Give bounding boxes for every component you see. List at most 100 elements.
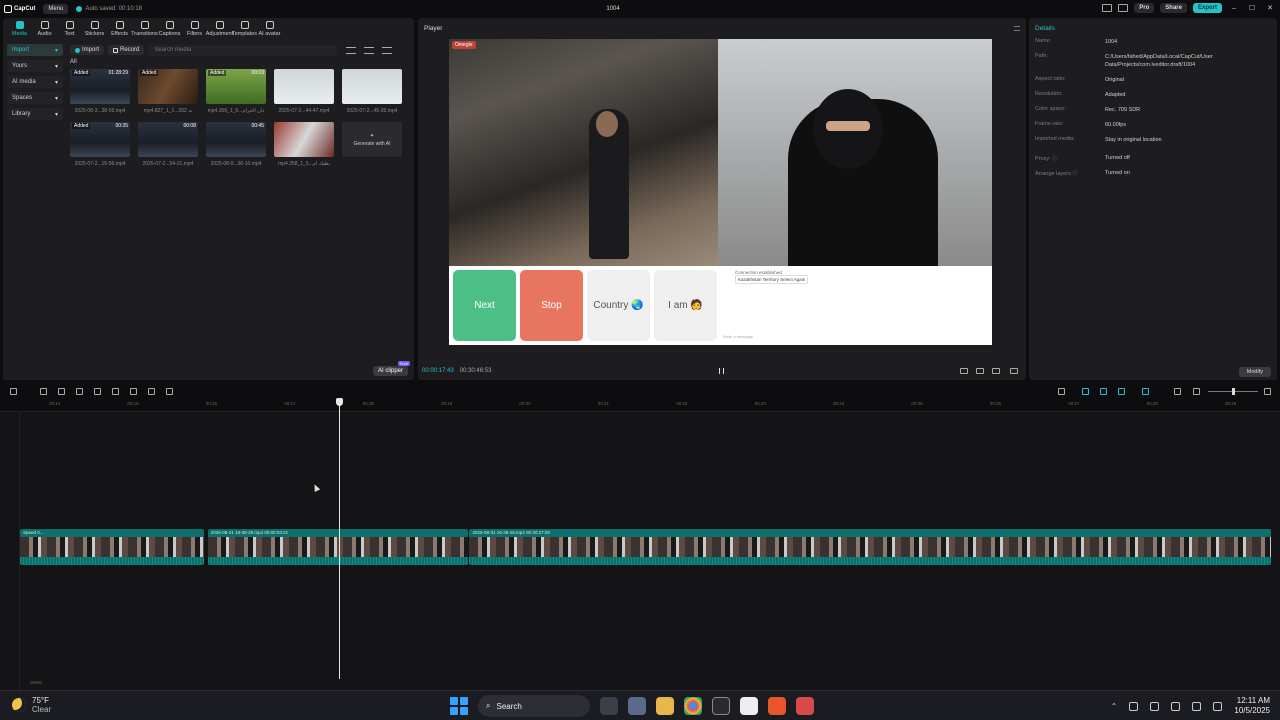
menu-button[interactable]: Menu <box>43 3 69 14</box>
crop-icon[interactable] <box>976 368 984 374</box>
ai-clipper-button[interactable]: AI clipper Free <box>372 361 410 376</box>
split-left-icon[interactable] <box>94 388 101 395</box>
zoom-slider-handle[interactable] <box>1232 388 1235 395</box>
undo-icon[interactable] <box>40 388 47 395</box>
media-item[interactable]: Added 01:28:29 2025-08-3...38-59.mp4 <box>70 69 130 114</box>
filter-all-label[interactable]: All <box>70 59 410 68</box>
fullscreen-icon[interactable] <box>1010 368 1018 374</box>
delete-icon[interactable] <box>130 388 137 395</box>
captions-icon[interactable] <box>1174 388 1181 395</box>
quality-icon[interactable] <box>992 368 1000 374</box>
split-icon[interactable] <box>76 388 83 395</box>
tool-tab[interactable]: Transitions <box>131 21 158 37</box>
capcut-taskbar-icon[interactable] <box>740 697 758 715</box>
preview-axis-icon[interactable] <box>1142 388 1149 395</box>
chevron-up-icon[interactable]: ⌃ <box>1111 702 1118 711</box>
media-item[interactable]: 2025-07-2...45-39.mp4 <box>342 69 402 114</box>
share-button[interactable]: Share <box>1160 3 1187 13</box>
magnet-icon[interactable] <box>1100 388 1107 395</box>
pause-icon[interactable] <box>719 368 724 374</box>
import-button[interactable]: Import <box>70 45 105 55</box>
details-title[interactable]: Details <box>1029 18 1277 38</box>
tool-tab[interactable]: Stickers <box>82 21 107 37</box>
microphone-icon[interactable] <box>1058 388 1065 395</box>
timeline-clip[interactable]: 2025-08-31 19-38-29.mp4 00:30:27:28 <box>469 529 1271 565</box>
sidebar-item[interactable]: Spaces ▾ <box>7 92 63 104</box>
player-menu-icon[interactable] <box>1014 25 1020 31</box>
tool-tab[interactable]: Audio <box>32 21 57 37</box>
tool-tab[interactable]: Captions <box>157 21 182 37</box>
tool-tab[interactable]: Text <box>57 21 82 37</box>
export-button[interactable]: Export <box>1192 3 1222 13</box>
media-item[interactable]: Added 00:35 2025-07-2...15-56.mp4 <box>70 122 130 167</box>
close-icon[interactable]: ✕ <box>1264 4 1276 12</box>
timeline-scrollbar[interactable] <box>30 681 42 684</box>
tool-tab[interactable]: Adjustment <box>206 21 233 37</box>
sidebar-item[interactable]: Yours ▾ <box>7 60 63 72</box>
tool-tab[interactable]: Filters <box>182 21 207 37</box>
media-item[interactable]: Added 00:03 mp4.359_1_5...دان الحرام <box>206 69 266 114</box>
search-input[interactable] <box>148 44 339 56</box>
pro-button[interactable]: Pro <box>1134 3 1155 13</box>
settings-icon[interactable] <box>628 697 646 715</box>
sidebar-item[interactable]: Import ▾ <box>7 44 63 56</box>
media-item[interactable]: Added mp4.827_1_1...202 نه <box>138 69 198 114</box>
search-icon: ⌕ <box>486 701 491 710</box>
select-tool-icon[interactable] <box>10 388 17 395</box>
zoom-in-icon[interactable] <box>1264 388 1271 395</box>
redo-icon[interactable] <box>58 388 65 395</box>
media-item[interactable]: 00:45 2025-08-0...36-10.mp4 <box>206 122 266 167</box>
video-preview[interactable]: Omegle Next Stop Country 🌏 I am 🧑 Connec… <box>449 39 992 345</box>
generate-ai-item[interactable]: ✦ Generate with AI <box>342 122 402 167</box>
filter-icon[interactable] <box>382 46 393 54</box>
zoom-out-icon[interactable] <box>1193 388 1200 395</box>
media-app-icon[interactable] <box>796 697 814 715</box>
media-item[interactable]: 2025-07-2...44-47.mp4 <box>274 69 334 114</box>
layout-icon[interactable] <box>1102 4 1113 12</box>
clock[interactable]: 12:11 AM 10/5/2025 <box>1234 696 1270 716</box>
timeline-clip[interactable]: Speed 0... <box>20 529 205 565</box>
aspect-ratio-icon[interactable] <box>960 368 968 374</box>
sparkle-icon: ✦ <box>369 132 375 139</box>
keyboard-icon[interactable] <box>1150 701 1160 711</box>
title-bar: CapCut Menu Auto saved: 00:10:18 1004 Pr… <box>0 0 1280 17</box>
media-item[interactable]: 00:08 2025-07-2...54-21.mp4 <box>138 122 198 167</box>
shortcut-icon[interactable] <box>1118 4 1129 12</box>
tool-tab[interactable]: Effects <box>107 21 132 37</box>
record-button[interactable]: Record <box>108 45 145 55</box>
link-icon[interactable] <box>1082 388 1089 395</box>
ruler-tick: 00:28 <box>1146 401 1158 406</box>
split-right-icon[interactable] <box>112 388 119 395</box>
weather-widget[interactable]: 75°F Clear <box>12 696 51 714</box>
shield-icon[interactable] <box>148 388 155 395</box>
sidebar-item[interactable]: Library ▾ <box>7 108 63 120</box>
snap-icon[interactable] <box>1118 388 1125 395</box>
maximize-icon[interactable]: ☐ <box>1246 4 1258 12</box>
microphone-tray-icon[interactable] <box>1129 701 1139 711</box>
volume-icon[interactable] <box>1192 701 1202 711</box>
obs-icon[interactable] <box>712 697 730 715</box>
file-explorer-icon[interactable] <box>656 697 674 715</box>
battery-icon[interactable] <box>1213 701 1223 711</box>
task-view-icon[interactable] <box>600 697 618 715</box>
tool-tab[interactable]: AI avatar <box>257 21 282 37</box>
playhead-handle[interactable] <box>336 398 343 406</box>
modify-button[interactable]: Modify <box>1238 367 1271 377</box>
timeline-ruler[interactable]: 00:14 00:15 00:16 00:17 00:18 00:19 00:20 00:21… <box>0 400 1280 412</box>
brave-icon[interactable] <box>768 697 786 715</box>
tool-tab[interactable]: Media <box>7 21 32 37</box>
tool-tab[interactable]: Templates <box>232 21 257 37</box>
ai-icon[interactable] <box>166 388 173 395</box>
sort-icon[interactable] <box>364 46 375 54</box>
sidebar-item[interactable]: AI media ▾ <box>7 76 63 88</box>
ruler-tick: 00:23 <box>754 401 766 406</box>
playhead[interactable] <box>339 398 340 679</box>
taskbar-search[interactable]: ⌕ Search <box>478 695 590 717</box>
minimize-icon[interactable]: – <box>1228 5 1240 12</box>
start-icon[interactable] <box>450 697 468 715</box>
wifi-icon[interactable] <box>1171 701 1181 711</box>
clip-waveform <box>20 557 205 565</box>
chrome-icon[interactable] <box>684 697 702 715</box>
view-toggle-icon[interactable] <box>346 46 357 54</box>
media-item[interactable]: mp4.258_1_5...يطيك ام <box>274 122 334 167</box>
